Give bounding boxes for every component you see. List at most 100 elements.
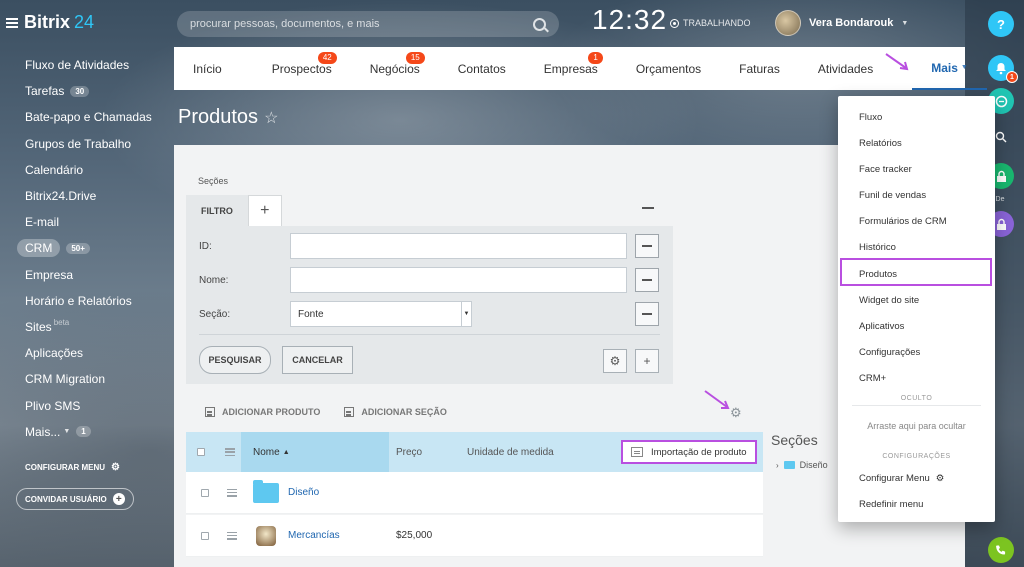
hidden-section-label: OCULTO — [900, 395, 933, 402]
folder-icon — [253, 479, 279, 503]
select-all-checkbox[interactable] — [197, 448, 205, 456]
tab-empresas[interactable]: Empresas 1 — [525, 47, 617, 90]
tab-negocios[interactable]: Negócios 15 — [351, 47, 439, 90]
plus-icon: + — [112, 493, 125, 505]
column-header-unit[interactable]: Unidade de medida — [467, 447, 554, 458]
sidebar-item-reports[interactable]: Horário e Relatórios — [25, 288, 165, 314]
menu-icon[interactable] — [6, 17, 18, 28]
table-header: Nome ▲ Preço Unidade de medida Importação… — [186, 432, 763, 472]
counter-badge: 50+ — [66, 242, 90, 254]
sidebar-item-more[interactable]: Mais... ▼ 1 — [25, 419, 165, 445]
table-row[interactable]: Mercancías $25,000 — [186, 515, 763, 557]
side-sections-title: Seções — [771, 432, 818, 448]
tab-inicio[interactable]: Início — [174, 47, 241, 90]
tab-label: Início — [193, 61, 222, 76]
menu-item-produtos[interactable]: Produtos — [859, 269, 897, 280]
menu-item-face-tracker[interactable]: Face tracker — [859, 164, 912, 175]
sidebar-item-tasks[interactable]: Tarefas 30 — [25, 78, 165, 104]
tab-orcamentos[interactable]: Orçamentos — [617, 47, 720, 90]
sidebar-item-email[interactable]: E-mail — [25, 209, 165, 235]
section-select[interactable]: Fonte ▼ — [290, 301, 472, 327]
sidebar-item-workgroups[interactable]: Grupos de Trabalho — [25, 131, 165, 157]
chevron-down-icon: ▼ — [63, 428, 71, 436]
minus-icon — [642, 313, 652, 315]
sidebar-item-calendar[interactable]: Calendário — [25, 157, 165, 183]
add-product-button[interactable]: ADICIONAR PRODUTO — [205, 407, 320, 417]
sidebar-item-plivo-sms[interactable]: Plivo SMS — [25, 392, 165, 418]
minus-icon — [642, 279, 652, 281]
collapse-filter-icon[interactable] — [642, 207, 654, 209]
search-button[interactable]: PESQUISAR — [199, 346, 271, 374]
tab-mais[interactable]: Mais ▼ — [912, 47, 987, 90]
tab-faturas[interactable]: Faturas — [720, 47, 799, 90]
avatar — [775, 10, 801, 36]
sidebar-item-label: Aplicações — [25, 346, 84, 361]
work-status[interactable]: TRABALHANDO — [670, 18, 751, 28]
sidebar-item-crm[interactable]: CRM 50+ — [17, 235, 165, 261]
user-menu[interactable]: Vera Bondarouk ▼ — [775, 10, 908, 36]
id-field[interactable] — [290, 233, 627, 259]
name-field[interactable] — [290, 267, 627, 293]
phone-icon[interactable] — [988, 537, 1014, 563]
row-menu-icon[interactable] — [227, 488, 237, 497]
side-folder-item[interactable]: › Diseño — [776, 460, 828, 470]
sidebar-item-label: Mais... — [25, 424, 61, 439]
help-icon[interactable]: ? — [988, 11, 1014, 37]
column-header-price[interactable]: Preço — [396, 447, 422, 458]
sidebar-item-apps[interactable]: Aplicações — [25, 340, 165, 366]
menu-item-fluxo[interactable]: Fluxo — [859, 112, 882, 123]
menu-item-historico[interactable]: Histórico — [859, 242, 896, 253]
invite-user-button[interactable]: CONVIDAR USUÁRIO + — [16, 488, 134, 510]
table-row[interactable]: Diseño — [186, 472, 763, 514]
column-header-name[interactable]: Nome ▲ — [241, 432, 389, 472]
sidebar-nav: Fluxo de Atividades Tarefas 30 Bate-papo … — [17, 52, 165, 445]
gear-icon[interactable]: ⚙ — [730, 405, 742, 421]
tab-prospectos[interactable]: Prospectos 42 — [241, 47, 351, 90]
menu-item-funil-de-vendas[interactable]: Funil de vendas — [859, 190, 926, 201]
menu-item-relatorios[interactable]: Relatórios — [859, 138, 902, 149]
menu-item-widget-do-site[interactable]: Widget do site — [859, 295, 919, 306]
config-menu-link[interactable]: CONFIGURAR MENU ⚙ — [25, 462, 120, 473]
logo[interactable]: Bitrix 24 — [6, 12, 94, 33]
tab-contatos[interactable]: Contatos — [439, 47, 525, 90]
tab-atividades[interactable]: Atividades — [799, 47, 892, 90]
add-section-button[interactable]: ADICIONAR SEÇÃO — [344, 407, 447, 417]
sidebar-item-drive[interactable]: Bitrix24.Drive — [25, 183, 165, 209]
menu-item-redefinir-menu[interactable]: Redefinir menu — [859, 499, 923, 510]
remove-field-button[interactable] — [635, 234, 659, 258]
tab-label: Atividades — [817, 61, 874, 76]
remove-field-button[interactable] — [635, 268, 659, 292]
add-filter-tab-button[interactable]: + — [247, 195, 282, 226]
remove-field-button[interactable] — [635, 302, 659, 326]
tab-badge: 42 — [317, 52, 337, 64]
tab-filter[interactable]: FILTRO — [186, 195, 248, 226]
row-checkbox[interactable] — [201, 531, 209, 540]
sidebar-item-activity-stream[interactable]: Fluxo de Atividades — [25, 52, 165, 78]
search-input[interactable]: procurar pessoas, documentos, e mais — [177, 11, 559, 37]
menu-item-crm-plus[interactable]: CRM+ — [859, 373, 886, 384]
search-placeholder: procurar pessoas, documentos, e mais — [190, 18, 380, 30]
sidebar-item-sites[interactable]: Sites beta — [25, 314, 165, 340]
counter-badge: 1 — [76, 426, 91, 438]
sidebar-item-crm-migration[interactable]: CRM Migration — [25, 366, 165, 392]
import-product-button[interactable]: Importação de produto — [621, 440, 757, 464]
logo-main: Bitrix — [24, 12, 71, 32]
hidden-drop-zone[interactable]: Arraste aqui para ocultar — [838, 421, 995, 431]
search-icon[interactable] — [533, 17, 546, 31]
row-name-link[interactable]: Mercancías — [288, 530, 340, 541]
star-icon[interactable]: ☆ — [264, 108, 278, 128]
menu-item-configuracoes[interactable]: Configurações — [859, 347, 920, 358]
menu-item-configurar-menu[interactable]: Configurar Menu ⚙ — [859, 473, 944, 484]
menu-item-aplicativos[interactable]: Aplicativos — [859, 321, 904, 332]
filter-settings-button[interactable]: ⚙ — [603, 349, 627, 373]
row-checkbox[interactable] — [201, 488, 209, 497]
add-field-button[interactable]: + — [635, 349, 659, 373]
divider — [199, 334, 660, 335]
sidebar-item-chat[interactable]: Bate-papo e Chamadas — [25, 104, 165, 130]
bell-icon[interactable]: 1 — [988, 55, 1018, 83]
row-name-link[interactable]: Diseño — [288, 487, 319, 498]
menu-item-formularios-crm[interactable]: Formulários de CRM — [859, 216, 947, 227]
sidebar-item-company[interactable]: Empresa — [25, 262, 165, 288]
cancel-button[interactable]: CANCELAR — [282, 346, 353, 374]
row-menu-icon[interactable] — [227, 531, 237, 540]
